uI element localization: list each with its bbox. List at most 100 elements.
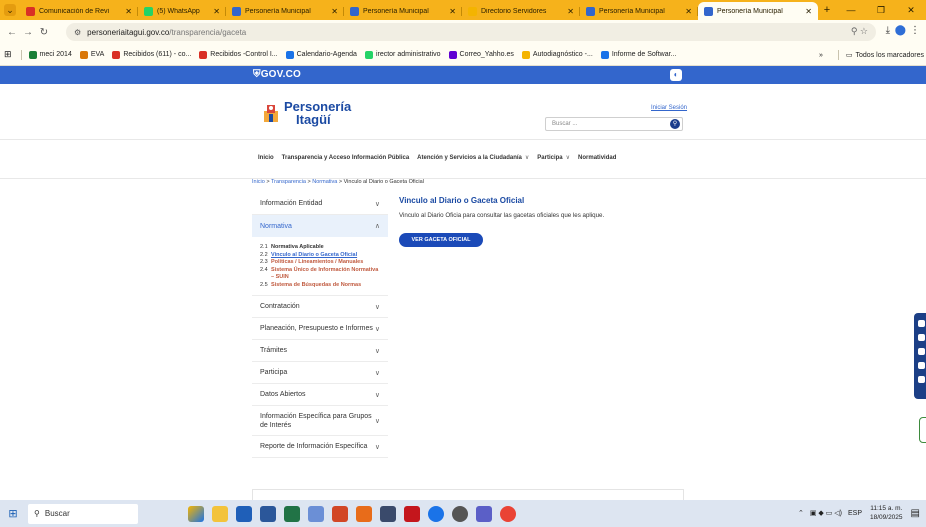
tab-close-icon[interactable]: ✕ xyxy=(331,7,338,16)
bookmark-item[interactable]: meci 2014 xyxy=(28,50,72,59)
extension-icon[interactable]: ⬤ xyxy=(895,25,906,36)
browser-tab[interactable]: (5) WhatsApp ✕ xyxy=(138,2,226,20)
copilot-icon[interactable] xyxy=(188,505,204,522)
address-bar[interactable]: ⚙ personeriaitagui.gov.co/transparencia/… xyxy=(66,23,876,41)
bookmark-item[interactable]: Autodiagnóstico -... xyxy=(521,50,593,59)
taskbar-search[interactable]: ⚲ Buscar xyxy=(28,503,138,524)
tray-icons[interactable]: ▣ ◆ ▭ ◁) xyxy=(810,509,842,517)
chrome-icon[interactable] xyxy=(428,505,444,522)
zoom-bookmark-icons[interactable]: ⚲ ☆ xyxy=(851,26,868,37)
breadcrumb-normativa[interactable]: Normativa xyxy=(312,179,337,185)
office-icon[interactable] xyxy=(356,505,372,522)
submenu-item[interactable]: 2.2 Vinculo al Diario o Gaceta Oficial xyxy=(260,252,380,260)
chat-widget-tab[interactable] xyxy=(919,417,926,443)
sidebar-item[interactable]: Participa ∨ xyxy=(252,362,388,384)
browser-tab[interactable]: Personería Municipal ✕ xyxy=(580,2,698,20)
tray-chevron-icon[interactable]: ⌃ xyxy=(798,509,804,517)
search-icon[interactable]: ⚲ xyxy=(670,119,680,129)
nav-item[interactable]: Normatividad xyxy=(578,154,616,161)
submenu-item[interactable]: 2.3 Políticas / Lineamientos / Manuales xyxy=(260,259,380,267)
accessibility-icon[interactable]: ◐ xyxy=(670,69,682,81)
submenu-item[interactable]: 2.1 Normativa Aplicable xyxy=(260,244,380,252)
sidebar-item[interactable]: Normativa ∧ xyxy=(252,215,388,237)
tab-search-button[interactable]: ⌄ xyxy=(0,0,20,20)
sidebar-item[interactable]: Datos Abiertos ∨ xyxy=(252,384,388,406)
chatgpt-icon[interactable] xyxy=(452,505,468,522)
sidebar-item[interactable]: Contratación ∨ xyxy=(252,296,388,318)
nav-item[interactable]: Transparencia y Acceso Información Públi… xyxy=(282,154,410,161)
chevron-up-icon: ∧ xyxy=(374,223,380,230)
notifications-icon[interactable]: ▤ xyxy=(911,508,920,519)
login-link[interactable]: Iniciar Sesión xyxy=(651,105,687,111)
site-brand[interactable]: Personería Itagüí xyxy=(262,100,351,126)
tab-close-icon[interactable]: ✕ xyxy=(567,7,574,16)
site-info-icon[interactable]: ⚙ xyxy=(74,28,81,37)
sidebar-item[interactable]: Planeación, Presupuesto e Informes ∨ xyxy=(252,318,388,340)
submenu-item[interactable]: 2.4 Sistema Único de Información Normativ… xyxy=(260,267,380,282)
font-down-icon[interactable] xyxy=(918,348,925,355)
font-up-icon[interactable] xyxy=(918,334,925,341)
download-icon[interactable]: ⤓ xyxy=(886,25,890,36)
nav-item[interactable]: Atención y Servicios a la Ciudadanía ∨ xyxy=(417,154,529,162)
browser-tab[interactable]: Comunicación de Revi ✕ xyxy=(20,2,138,20)
bookmark-label: Calendario-Agenda xyxy=(296,51,357,58)
language-indicator[interactable]: ESP xyxy=(848,510,862,517)
bookmark-item[interactable]: Correo_Yahho.es xyxy=(448,50,514,59)
audio-icon[interactable] xyxy=(918,362,925,369)
sidebar-item[interactable]: Reporte de Información Específica ∨ xyxy=(252,436,388,458)
back-button[interactable]: ← xyxy=(4,27,20,38)
tab-close-icon[interactable]: ✕ xyxy=(213,7,220,16)
browser-tab[interactable]: Personería Municipal ✕ xyxy=(344,2,462,20)
bookmark-item[interactable]: irector administrativo xyxy=(364,50,441,59)
paint-icon[interactable] xyxy=(308,505,324,522)
bookmark-item[interactable]: Recibidos (611) - co... xyxy=(112,50,191,59)
bookmark-item[interactable]: Informe de Softwar... xyxy=(600,50,676,59)
excel-icon[interactable] xyxy=(284,505,300,522)
contrast-icon[interactable] xyxy=(918,320,925,327)
tab-close-icon[interactable]: ✕ xyxy=(685,7,692,16)
tab-close-icon[interactable]: ✕ xyxy=(125,7,132,16)
minimize-button[interactable]: — xyxy=(836,0,866,20)
gov-co-logo[interactable]: ⛨GOV.CO xyxy=(253,69,301,80)
clock[interactable]: 11:15 a. m. 18/09/2025 xyxy=(870,504,903,522)
all-bookmarks-button[interactable]: Todos los marcadores xyxy=(856,52,924,59)
sidebar-item[interactable]: Información Entidad ∨ xyxy=(252,193,388,215)
tab-close-icon[interactable]: ✕ xyxy=(449,7,456,16)
chrome-active-icon[interactable] xyxy=(500,505,516,522)
outlook-icon[interactable] xyxy=(236,505,252,522)
site-search-input[interactable]: Buscar ... ⚲ xyxy=(545,117,683,131)
tab-close-icon[interactable]: ✕ xyxy=(805,7,812,16)
more-menu-icon[interactable]: ⋮ xyxy=(910,25,920,36)
sidebar-item[interactable]: Trámites ∨ xyxy=(252,340,388,362)
teams-icon[interactable] xyxy=(476,505,492,522)
windows-start-icon[interactable]: ⊞ xyxy=(0,507,26,520)
submenu-item-label: Políticas / Lineamientos / Manuales xyxy=(271,259,364,265)
bookmark-item[interactable]: Calendario-Agenda xyxy=(285,50,357,59)
browser-tab[interactable]: Directorio Servidores ✕ xyxy=(462,2,580,20)
maximize-button[interactable]: ❐ xyxy=(866,0,896,20)
word-icon[interactable] xyxy=(260,505,276,522)
breadcrumb-inicio[interactable]: Inicio xyxy=(252,179,265,185)
sidebar-item[interactable]: Información Específica para Grupos de In… xyxy=(252,406,388,436)
browser-tab[interactable]: Personería Municipal ✕ xyxy=(698,2,818,20)
calculator-icon[interactable] xyxy=(380,505,396,522)
submenu-item[interactable]: 2.5 Sistema de Búsquedas de Normas xyxy=(260,282,380,290)
more-bookmarks-button[interactable]: » xyxy=(819,52,823,59)
nav-item[interactable]: Participa ∨ xyxy=(537,154,570,162)
apps-icon[interactable]: ⊞ xyxy=(4,49,12,60)
bookmark-item[interactable]: EVA xyxy=(79,50,104,59)
help-icon[interactable] xyxy=(918,376,925,383)
view-gazette-button[interactable]: VER GACETA OFICIAL xyxy=(399,233,483,247)
close-window-button[interactable]: ✕ xyxy=(896,0,926,20)
browser-tab[interactable]: Personería Municipal ✕ xyxy=(226,2,344,20)
forward-button[interactable]: → xyxy=(20,27,36,38)
window-controls: — ❐ ✕ xyxy=(836,0,926,20)
nav-item[interactable]: Inicio xyxy=(258,154,274,161)
reload-button[interactable]: ↻ xyxy=(36,27,52,38)
acrobat-icon[interactable] xyxy=(404,505,420,522)
new-tab-button[interactable]: + xyxy=(818,2,836,20)
breadcrumb-transparencia[interactable]: Transparencia xyxy=(271,179,306,185)
file-explorer-icon[interactable] xyxy=(212,505,228,522)
powerpoint-icon[interactable] xyxy=(332,505,348,522)
bookmark-item[interactable]: Recibidos -Control I... xyxy=(199,50,278,59)
